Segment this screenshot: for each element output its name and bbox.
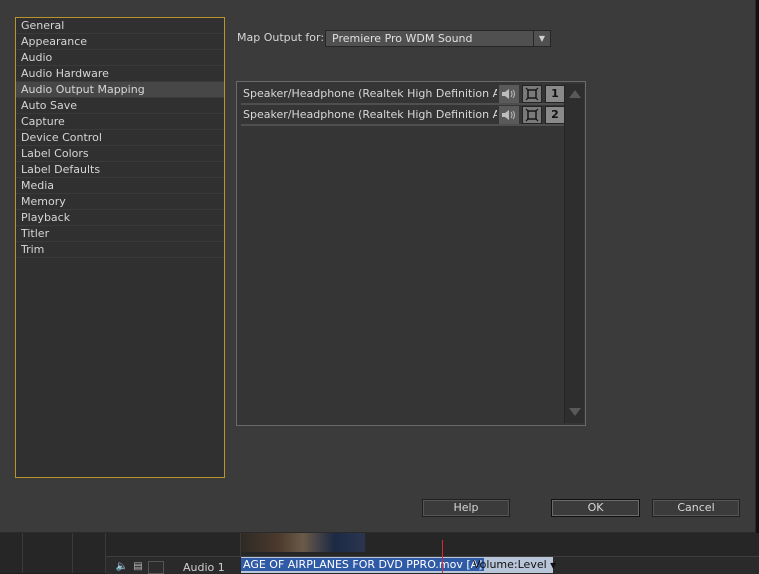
sidebar-item-playback[interactable]: Playback [16, 210, 224, 226]
scroll-up-arrow-icon[interactable] [569, 90, 581, 98]
track-toggle-box[interactable] [148, 561, 164, 574]
audio-clip[interactable]: AGE OF AIRPLANES FOR DVD PPRO.mov [A] Vo… [241, 557, 556, 573]
channel-number[interactable]: 1 [545, 85, 565, 103]
scroll-down-arrow-icon[interactable] [569, 408, 581, 416]
hardware-device-icon[interactable] [522, 106, 542, 124]
vertical-scrollbar[interactable] [564, 84, 584, 423]
channel-number[interactable]: 2 [545, 106, 565, 124]
sidebar-item-label-defaults[interactable]: Label Defaults [16, 162, 224, 178]
output-row-label: Speaker/Headphone (Realtek High Definiti… [243, 87, 497, 100]
map-output-selected-value: Premiere Pro WDM Sound [332, 32, 473, 45]
divider [22, 533, 23, 573]
speaker-icon [499, 106, 519, 124]
sidebar-item-appearance[interactable]: Appearance [16, 34, 224, 50]
clip-name: AGE OF AIRPLANES FOR DVD PPRO.mov [A] [241, 558, 485, 571]
playhead[interactable] [442, 540, 443, 573]
sidebar-item-general[interactable]: General [16, 18, 224, 34]
sidebar-item-memory[interactable]: Memory [16, 194, 224, 210]
sidebar-item-audio-hardware[interactable]: Audio Hardware [16, 66, 224, 82]
sidebar-item-auto-save[interactable]: Auto Save [16, 98, 224, 114]
preferences-dialog: General Appearance Audio Audio Hardware Audi… [0, 0, 756, 533]
map-output-label: Map Output for: [237, 31, 325, 44]
sidebar-item-capture[interactable]: Capture [16, 114, 224, 130]
video-thumbnail [241, 533, 365, 552]
sidebar-item-trim[interactable]: Trim [16, 242, 224, 258]
sidebar-item-audio-output-mapping[interactable]: Audio Output Mapping [16, 82, 224, 98]
track-controls: 🔈 ▤ [116, 561, 164, 574]
output-row-1[interactable]: Speaker/Headphone (Realtek High Definiti… [241, 85, 565, 105]
clip-volume-label: Volume:Level [473, 558, 547, 571]
sidebar-item-device-control[interactable]: Device Control [16, 130, 224, 146]
output-mapping-panel: Speaker/Headphone (Realtek High Definiti… [236, 81, 586, 426]
track-name: Audio 1 [183, 561, 225, 574]
output-row-2[interactable]: Speaker/Headphone (Realtek High Definiti… [241, 106, 565, 126]
chevron-down-icon[interactable]: ▼ [533, 31, 550, 46]
ok-button[interactable]: OK [551, 499, 640, 517]
chevron-down-icon: ▼ [550, 561, 557, 570]
sync-lock-icon[interactable]: ▤ [132, 561, 144, 572]
help-button[interactable]: Help [422, 499, 510, 517]
map-output-dropdown[interactable]: Premiere Pro WDM Sound ▼ [325, 30, 551, 47]
sidebar-item-label-colors[interactable]: Label Colors [16, 146, 224, 162]
cancel-button[interactable]: Cancel [652, 499, 740, 517]
hardware-device-icon[interactable] [522, 85, 542, 103]
sidebar-item-media[interactable]: Media [16, 178, 224, 194]
sidebar-item-titler[interactable]: Titler [16, 226, 224, 242]
output-row-label: Speaker/Headphone (Realtek High Definiti… [243, 108, 497, 121]
sidebar-item-audio[interactable]: Audio [16, 50, 224, 66]
speaker-icon[interactable]: 🔈 [116, 561, 128, 572]
preferences-category-list[interactable]: General Appearance Audio Audio Hardware Audi… [15, 17, 225, 478]
speaker-icon [499, 85, 519, 103]
divider [72, 533, 73, 573]
clip-volume-dropdown[interactable]: Volume:Level ▼ [473, 558, 556, 571]
